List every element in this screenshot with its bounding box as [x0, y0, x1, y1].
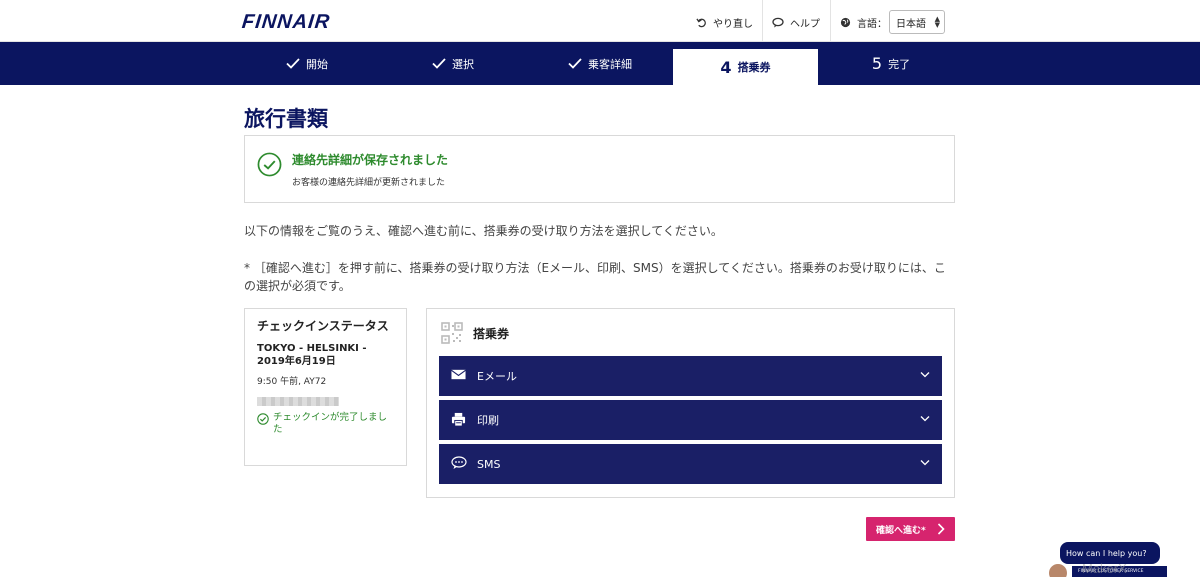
undo-link[interactable]: やり直し — [696, 13, 753, 31]
boarding-pass-panel: 搭乗券 Eメール 印刷 SMS — [426, 308, 955, 498]
step-passenger-details[interactable]: 乗客詳細 — [535, 42, 665, 85]
chevron-down-icon — [920, 372, 930, 378]
checkmark-icon — [432, 58, 446, 69]
chat-agent-avatar[interactable] — [1047, 562, 1069, 577]
checkin-status-card: チェックインステータス TOKYO - HELSINKI - 2019年6月19… — [244, 308, 407, 466]
success-check-icon — [257, 152, 282, 177]
sms-icon — [451, 456, 467, 469]
undo-icon — [696, 17, 706, 27]
continue-label: 確認へ進む* — [876, 525, 926, 536]
help-link[interactable]: ヘルプ — [772, 13, 820, 31]
notice-text: お客様の連絡先詳細が更新されました — [292, 178, 446, 188]
finnair-logo[interactable]: FINNAIR — [241, 11, 331, 34]
printer-icon — [451, 412, 466, 427]
globe-icon — [840, 17, 851, 27]
checkmark-icon — [568, 58, 582, 69]
page-title: 旅行書類 — [244, 107, 328, 131]
help-label: ヘルプ — [790, 18, 820, 30]
chevron-down-icon — [920, 416, 930, 422]
step-select[interactable]: 選択 — [388, 42, 518, 85]
site-header: FINNAIR やり直し ヘルプ 言語： 日本語 ▲ ▼ — [0, 0, 1200, 42]
language-value: 日本語 — [896, 18, 926, 30]
step-number: 4 — [720, 57, 732, 77]
step-start[interactable]: 開始 — [242, 42, 372, 85]
step-label: 乗客詳細 — [588, 57, 632, 71]
progress-steps: 開始 選択 乗客詳細 4 搭乗券 5 完了 — [0, 42, 1200, 85]
checkmark-icon — [286, 58, 300, 69]
delivery-option-sms[interactable]: SMS — [439, 444, 942, 484]
checkin-complete-status: チェックインが完了しました — [257, 412, 394, 436]
chevron-right-icon — [937, 523, 945, 535]
intro-text: 以下の情報をご覧のうえ、確認へ進む前に、搭乗券の受け取り方法を選択してください。 — [244, 224, 723, 238]
status-title: チェックインステータス — [257, 319, 389, 333]
option-label: Eメール — [477, 370, 517, 383]
check-circle-icon — [257, 413, 269, 425]
flight-time: 9:50 午前, AY72 — [257, 377, 327, 387]
undo-label: やり直し — [713, 18, 753, 30]
notice-title: 連絡先詳細が保存されました — [292, 153, 449, 167]
step-label: 開始 — [306, 57, 328, 71]
header-divider — [830, 0, 831, 42]
chat-bubble-icon — [772, 17, 784, 27]
boarding-pass-header: 搭乗券 — [441, 322, 509, 344]
step-label: 完了 — [888, 57, 911, 71]
language-select[interactable]: 日本語 ▲ ▼ — [889, 10, 945, 34]
passenger-name-redacted — [257, 397, 339, 406]
flight-route: TOKYO - HELSINKI - 2019年6月19日 — [257, 343, 367, 367]
delivery-option-print[interactable]: 印刷 — [439, 400, 942, 440]
header-divider — [762, 0, 763, 42]
chevron-down-icon — [920, 460, 930, 466]
watermark: MakerX — [1082, 561, 1127, 576]
step-complete: 5 完了 — [826, 42, 956, 85]
option-label: SMS — [477, 457, 501, 471]
requirement-note: * ［確認へ進む］を押す前に、搭乗券の受け取り方法（Eメール、印刷、SMS）を選… — [244, 261, 946, 293]
envelope-icon — [451, 369, 466, 380]
option-label: 印刷 — [477, 414, 499, 427]
language-label: 言語： — [857, 18, 887, 30]
success-notice: 連絡先詳細が保存されました お客様の連絡先詳細が更新されました — [244, 135, 955, 203]
continue-to-confirm-button[interactable]: 確認へ進む* — [866, 517, 955, 541]
delivery-option-email[interactable]: Eメール — [439, 356, 942, 396]
language-label-wrap: 言語： — [840, 13, 887, 31]
boarding-pass-title: 搭乗券 — [473, 326, 510, 341]
step-boarding-pass[interactable]: 4 搭乗券 — [673, 49, 818, 85]
checkin-complete-text: チェックインが完了しました — [273, 412, 388, 435]
qr-code-icon — [441, 322, 463, 344]
step-label: 搭乗券 — [737, 61, 771, 74]
step-number: 5 — [871, 54, 883, 73]
step-label: 選択 — [452, 57, 474, 71]
select-arrows-icon: ▲ ▼ — [934, 15, 940, 29]
